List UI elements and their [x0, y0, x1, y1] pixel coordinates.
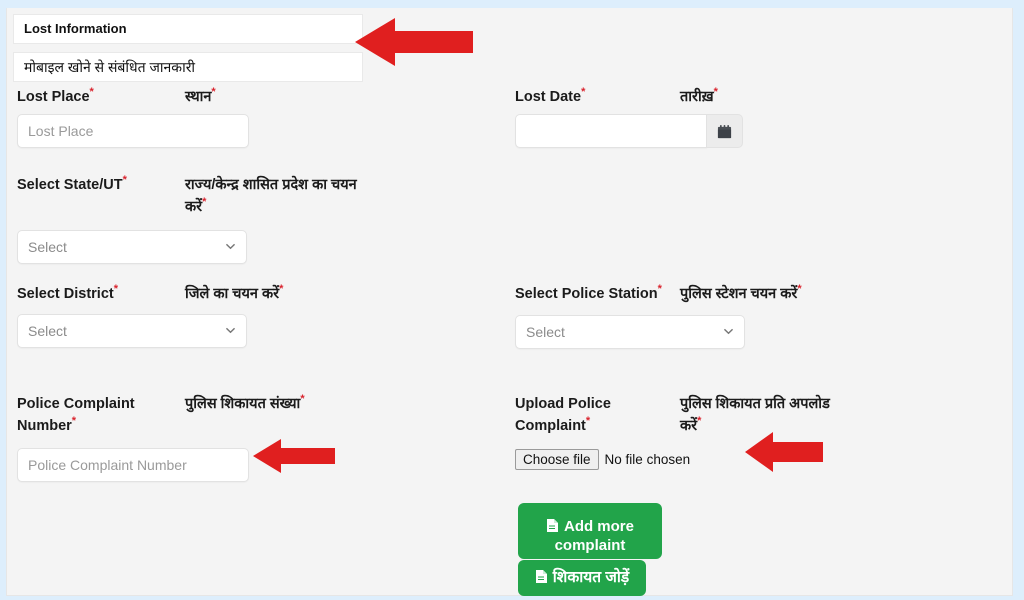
upload-complaint-label-hi: पुलिस शिकायत प्रति अपलोड करें* [680, 396, 830, 434]
field-complaint-number: Police Complaint Number* पुलिस शिकायत संख… [17, 393, 497, 482]
required-marker: * [71, 415, 77, 428]
field-lost-date: Lost Date* तारीख़* [515, 86, 995, 148]
required-marker: * [581, 86, 586, 99]
police-station-label-en: Select Police Station* [515, 283, 662, 302]
police-station-dropdown[interactable]: Select [515, 315, 745, 349]
tab-lost-information-en[interactable]: Lost Information [13, 14, 363, 44]
document-icon [535, 570, 547, 583]
add-more-complaint-label-hi: शिकायत जोड़ें [552, 569, 630, 586]
calendar-picker-button[interactable] [707, 114, 743, 148]
lost-date-label-hi: तारीख़* [680, 86, 718, 105]
choose-file-button[interactable]: Choose file [515, 449, 599, 470]
required-marker: * [300, 393, 305, 406]
page-root: Lost Information मोबाइल खोने से संबंधित … [0, 0, 1024, 600]
required-marker: * [585, 415, 591, 428]
required-marker: * [279, 283, 284, 296]
required-marker: * [211, 86, 216, 99]
complaint-number-label-hi: पुलिस शिकायत संख्या* [185, 393, 305, 412]
upload-file-input[interactable]: Choose file No file chosen [515, 449, 995, 470]
field-police-station: Select Police Station* पुलिस स्टेशन चयन क… [515, 283, 995, 349]
lost-date-input[interactable] [515, 114, 707, 148]
add-more-complaint-label: Add more complaint [554, 517, 634, 554]
field-select-district: Select District* जिले का चयन करें* Select [17, 283, 497, 348]
complaint-number-input[interactable] [17, 448, 249, 482]
complaint-number-label-en: Police Complaint Number* [17, 396, 135, 434]
select-district-label-hi: जिले का चयन करें* [185, 283, 284, 302]
select-state-label-en: Select State/UT* [17, 174, 127, 193]
select-state-label-hi: राज्य/केन्द्र शासित प्रदेश का चयन करें* [185, 177, 357, 215]
select-district-dropdown[interactable]: Select [17, 314, 247, 348]
lost-date-label-en: Lost Date* [515, 86, 586, 105]
required-marker: * [202, 196, 207, 209]
required-marker: * [713, 86, 718, 99]
required-marker: * [122, 174, 127, 187]
lost-place-label-hi: स्थान* [185, 86, 216, 105]
required-marker: * [113, 283, 118, 296]
header-tabs: Lost Information मोबाइल खोने से संबंधित … [13, 14, 363, 82]
required-marker: * [697, 415, 702, 428]
select-state-dropdown[interactable]: Select [17, 230, 247, 264]
lost-place-input[interactable] [17, 114, 249, 148]
field-upload-complaint: Upload Police Complaint* पुलिस शिकायत प्र… [515, 393, 995, 470]
required-marker: * [89, 86, 94, 99]
calendar-icon [717, 124, 732, 138]
police-station-label-hi: पुलिस स्टेशन चयन करें* [680, 283, 802, 302]
upload-complaint-label-en: Upload Police Complaint* [515, 396, 611, 434]
lost-place-label-en: Lost Place* [17, 86, 94, 105]
add-more-complaint-button[interactable]: Add more complaint [518, 503, 662, 559]
select-district-label-en: Select District* [17, 283, 118, 302]
field-lost-place: Lost Place* स्थान* [17, 86, 497, 148]
add-more-complaint-button-hi[interactable]: शिकायत जोड़ें [518, 560, 646, 596]
document-icon [546, 518, 558, 532]
tab-lost-information-hi[interactable]: मोबाइल खोने से संबंधित जानकारी [13, 52, 363, 82]
field-select-state: Select State/UT* राज्य/केन्द्र शासित प्रद… [17, 174, 497, 264]
required-marker: * [797, 283, 802, 296]
form-panel: Lost Information मोबाइल खोने से संबंधित … [6, 8, 1013, 596]
file-status-text: No file chosen [604, 452, 691, 467]
required-marker: * [657, 283, 662, 296]
